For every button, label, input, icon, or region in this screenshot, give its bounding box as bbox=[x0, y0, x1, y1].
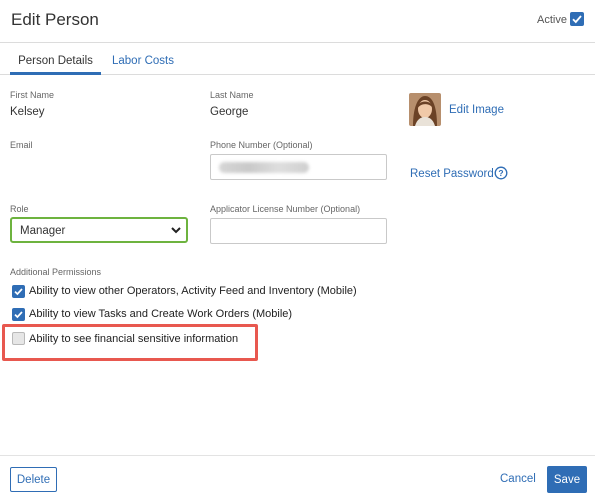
license-label: Applicator License Number (Optional) bbox=[210, 204, 361, 214]
license-input[interactable] bbox=[210, 218, 387, 244]
permission-label-operators: Ability to view other Operators, Activit… bbox=[29, 285, 357, 297]
checkmark-icon bbox=[572, 15, 582, 24]
edit-image-link[interactable]: Edit Image bbox=[449, 104, 504, 116]
delete-button[interactable]: Delete bbox=[10, 467, 57, 492]
footer-divider bbox=[0, 455, 595, 456]
dialog-header: Edit Person Active bbox=[0, 0, 595, 43]
help-icon[interactable]: ? bbox=[494, 166, 508, 180]
cancel-button[interactable]: Cancel bbox=[500, 473, 536, 485]
tab-person-details[interactable]: Person Details bbox=[10, 55, 101, 75]
last-name-label: Last Name bbox=[210, 90, 254, 100]
active-label: Active bbox=[537, 14, 567, 26]
active-checkbox[interactable] bbox=[570, 12, 584, 26]
permission-label-tasks: Ability to view Tasks and Create Work Or… bbox=[29, 308, 293, 320]
tab-bar: Person Details Labor Costs bbox=[0, 48, 595, 75]
permissions-label: Additional Permissions bbox=[10, 267, 102, 277]
svg-text:?: ? bbox=[498, 168, 503, 178]
reset-password-link[interactable]: Reset Password bbox=[410, 168, 494, 180]
checkmark-icon bbox=[14, 288, 23, 296]
permission-checkbox-tasks[interactable] bbox=[12, 308, 25, 321]
first-name-label: First Name bbox=[10, 90, 55, 100]
role-select[interactable]: Manager bbox=[10, 217, 188, 243]
permission-label-financial: Ability to see financial sensitive infor… bbox=[29, 333, 239, 345]
phone-input[interactable] bbox=[210, 154, 387, 180]
email-label: Email bbox=[10, 140, 33, 150]
person-photo-icon bbox=[409, 93, 441, 126]
role-label: Role bbox=[10, 204, 29, 214]
role-select-value: Manager bbox=[20, 225, 66, 237]
first-name-value: Kelsey bbox=[10, 106, 45, 118]
tab-labor-costs[interactable]: Labor Costs bbox=[112, 55, 174, 67]
checkmark-icon bbox=[14, 311, 23, 319]
permission-checkbox-financial[interactable] bbox=[12, 332, 25, 345]
phone-label: Phone Number (Optional) bbox=[210, 140, 313, 150]
avatar bbox=[409, 93, 441, 126]
chevron-down-icon bbox=[171, 227, 181, 234]
save-button[interactable]: Save bbox=[547, 466, 587, 493]
page-title: Edit Person bbox=[11, 10, 99, 29]
permission-checkbox-operators[interactable] bbox=[12, 285, 25, 298]
last-name-value: George bbox=[210, 106, 249, 118]
blurred-phone-value bbox=[219, 162, 309, 173]
